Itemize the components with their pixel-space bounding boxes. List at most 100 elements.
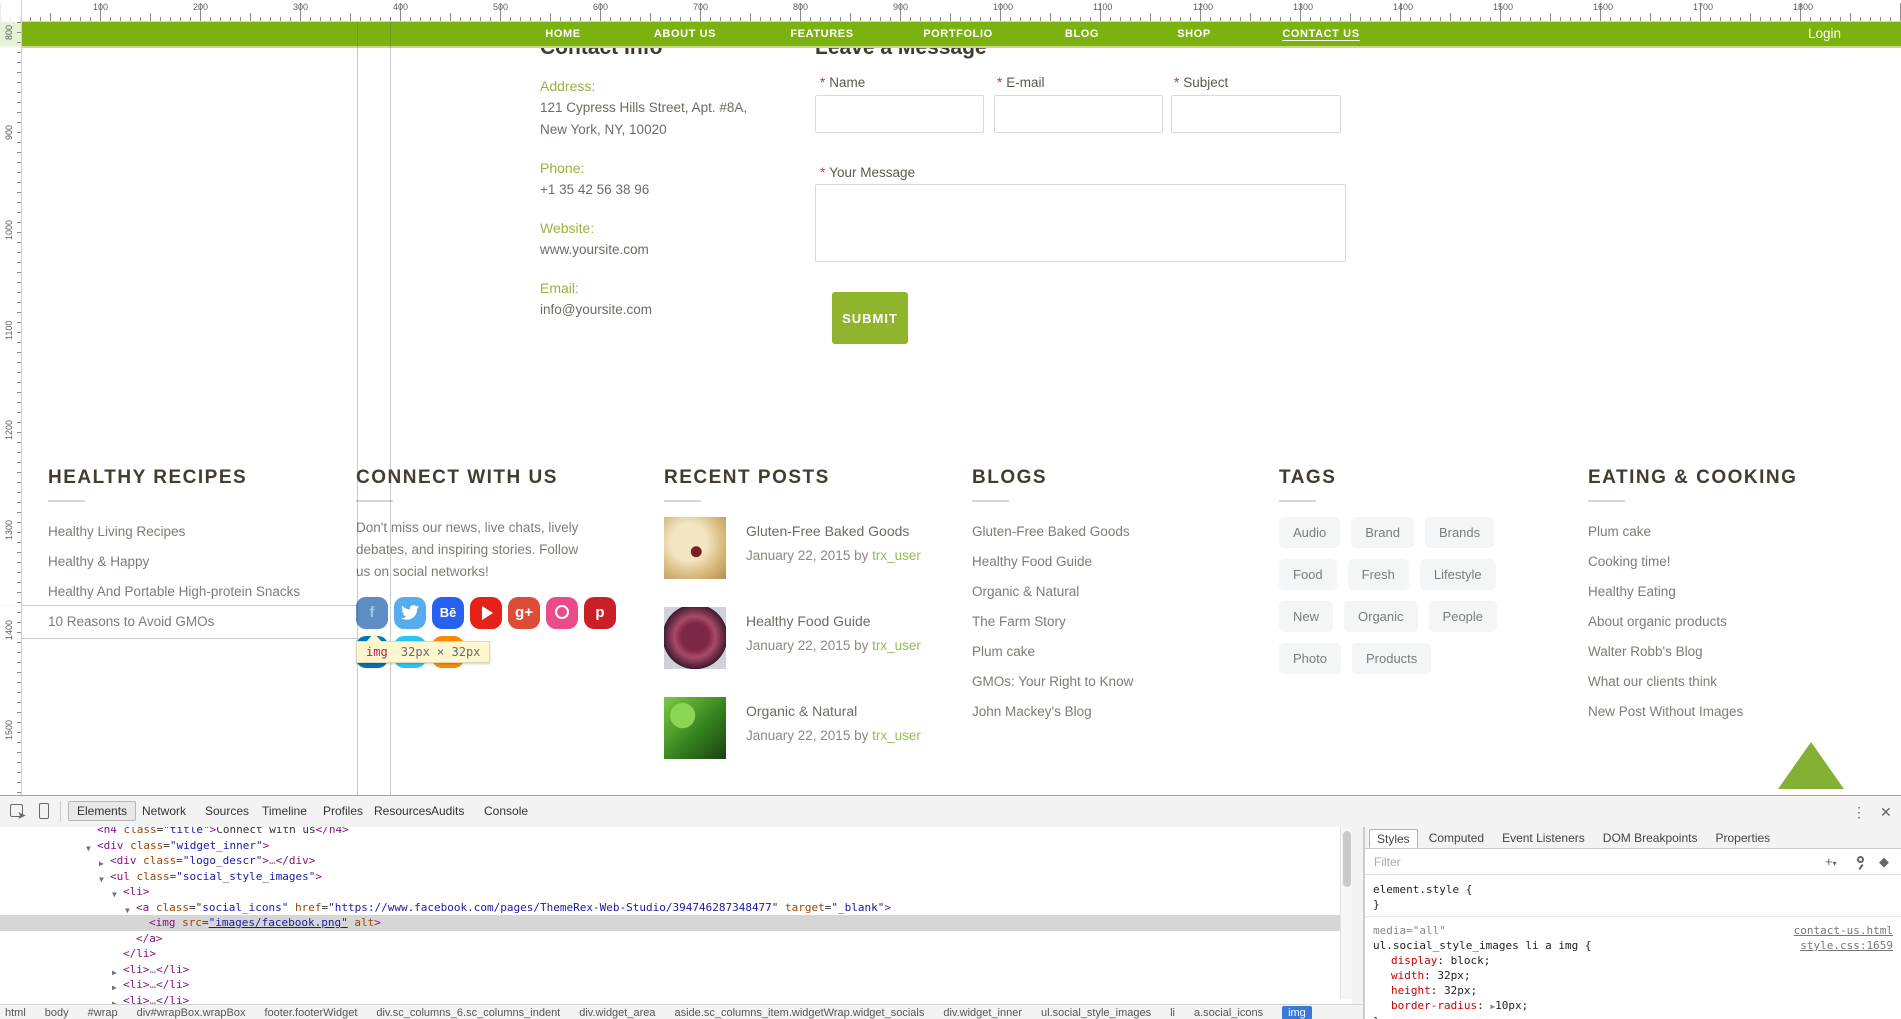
new-style-rule-icon[interactable]: +▾ [1825,854,1837,869]
message-textarea[interactable] [815,184,1346,262]
dom-tree-node[interactable]: ▼<a class="social_icons" href="https://w… [0,900,1352,916]
dom-tree-node[interactable]: ▼<ul class="social_style_images"> [0,869,1352,885]
breadcrumb-item-ul-social-style-images[interactable]: ul.social_style_images [1041,1007,1151,1019]
footer-link[interactable]: Organic & Natural [972,577,1252,607]
post-thumbnail[interactable] [664,517,726,579]
devtools-close-icon[interactable]: ✕ [1880,804,1892,821]
footer-link[interactable]: Cooking time! [1588,547,1888,577]
footer-link[interactable]: GMOs: Your Right to Know [972,667,1252,697]
footer-link[interactable]: What our clients think [1588,667,1888,697]
behance-icon[interactable]: Bē [432,597,464,629]
dribbble-icon[interactable] [546,597,578,629]
footer-link[interactable]: Healthy Food Guide [972,547,1252,577]
post-thumbnail[interactable] [664,607,726,669]
tag-new[interactable]: New [1279,601,1333,632]
elements-scrollbar[interactable] [1340,827,1352,999]
nav-item-features[interactable]: FEATURES [790,22,853,46]
breadcrumb-item-div-widget-inner[interactable]: div.widget_inner [943,1007,1022,1019]
tag-products[interactable]: Products [1352,643,1431,674]
post-author-link[interactable]: trx_user [872,728,921,743]
footer-link[interactable]: Gluten-Free Baked Goods [972,517,1252,547]
css-property[interactable]: width: 32px; [1373,968,1893,983]
youtube-icon[interactable] [470,597,502,629]
nav-item-shop[interactable]: SHOP [1177,22,1211,46]
dom-tree-node[interactable]: <h4 class="title">Connect with us</h4> [0,827,1352,838]
dom-tree-node[interactable]: <img src="images/facebook.png" alt> [0,915,1352,931]
breadcrumb-item-div-wrapBox-wrapBox[interactable]: div#wrapBox.wrapBox [137,1007,246,1019]
subject-input[interactable] [1171,95,1341,133]
expand-arrow-icon[interactable]: ▶ [112,996,117,1005]
breadcrumb-item-div-widget-area[interactable]: div.widget_area [579,1007,655,1019]
breadcrumb-item-aside-sc-columns-item-widgetWrap-widget-socials[interactable]: aside.sc_columns_item.widgetWrap.widget_… [674,1007,924,1019]
devtools-tab-audits[interactable]: Audits [423,801,472,821]
tag-fresh[interactable]: Fresh [1348,559,1409,590]
post-title[interactable]: Gluten-Free Baked Goods [746,523,921,539]
facebook-icon[interactable]: f [356,597,388,629]
sidebar-tab-computed[interactable]: Computed [1422,829,1491,848]
breadcrumb-item-img[interactable]: img [1282,1006,1312,1019]
breadcrumb-item-html[interactable]: html [5,1007,26,1019]
tag-people[interactable]: People [1429,601,1497,632]
post-author-link[interactable]: trx_user [872,548,921,563]
twitter-icon[interactable] [394,597,426,629]
filter-input[interactable]: Filter [1374,855,1401,869]
nav-item-contact-us[interactable]: CONTACT US [1282,22,1359,46]
footer-link[interactable]: Plum cake [1588,517,1888,547]
dom-tree-node[interactable]: ▶<li>…</li> [0,977,1352,993]
footer-link[interactable]: Healthy Eating [1588,577,1888,607]
footer-link[interactable]: Healthy & Happy [48,547,328,577]
devtools-tab-sources[interactable]: Sources [197,801,257,821]
post-thumbnail[interactable] [664,697,726,759]
inspect-element-icon[interactable]: ➤ [10,803,28,819]
footer-link[interactable]: Walter Robb's Blog [1588,637,1888,667]
email-input[interactable] [994,95,1163,133]
dom-tree-node[interactable]: ▶<li>…</li> [0,993,1352,1005]
breadcrumb-item-div-sc-columns-6-sc-columns-indent[interactable]: div.sc_columns_6.sc_columns_indent [376,1007,560,1019]
submit-button[interactable]: SUBMIT [832,292,908,344]
device-mode-icon[interactable] [36,803,54,819]
post-title[interactable]: Organic & Natural [746,703,921,719]
css-property[interactable]: height: 32px; [1373,983,1893,998]
pinterest-icon[interactable]: p [584,597,616,629]
expand-arrow-icon[interactable]: ▶ [1490,1002,1495,1011]
dom-tree-node[interactable]: </li> [0,946,1352,962]
devtools-tab-console[interactable]: Console [476,801,536,821]
css-property[interactable]: border-radius: ▶10px; [1373,998,1893,1014]
googleplus-icon[interactable]: g+ [508,597,540,629]
toggle-element-state-icon[interactable] [1857,856,1864,863]
dom-tree-node[interactable]: ▶<div class="logo_descr">…</div> [0,853,1352,869]
css-source-link[interactable]: style.css:1659 [1800,938,1893,953]
footer-link[interactable]: John Mackey's Blog [972,697,1252,727]
dom-tree-node[interactable]: ▼<div class="widget_inner"> [0,838,1352,854]
tag-lifestyle[interactable]: Lifestyle [1420,559,1496,590]
sidebar-tab-event-listeners[interactable]: Event Listeners [1495,829,1592,848]
devtools-menu-icon[interactable]: ⋮ [1852,804,1866,821]
footer-link[interactable]: 10 Reasons to Avoid GMOs [48,607,328,637]
footer-link[interactable]: Plum cake [972,637,1252,667]
tag-brand[interactable]: Brand [1351,517,1414,548]
element-state-icon[interactable]: ◆ [1879,854,1889,870]
nav-item-portfolio[interactable]: PORTFOLIO [923,22,993,46]
dom-tree-node[interactable]: ▼<li> [0,884,1352,900]
name-input[interactable] [815,95,984,133]
footer-link[interactable]: New Post Without Images [1588,697,1888,727]
devtools-tab-network[interactable]: Network [134,801,194,821]
sidebar-tab-styles[interactable]: Styles [1369,829,1418,848]
tag-organic[interactable]: Organic [1344,601,1418,632]
breadcrumb-item--wrap[interactable]: #wrap [88,1007,118,1019]
post-title[interactable]: Healthy Food Guide [746,613,921,629]
tag-photo[interactable]: Photo [1279,643,1341,674]
nav-item-about-us[interactable]: ABOUT US [654,22,716,46]
dom-tree-node[interactable]: ▶<li>…</li> [0,962,1352,978]
scroll-to-top-button[interactable] [1778,742,1844,789]
sidebar-tab-dom-breakpoints[interactable]: DOM Breakpoints [1596,829,1705,848]
tag-audio[interactable]: Audio [1279,517,1340,548]
login-link[interactable]: Login [1808,22,1841,46]
tag-food[interactable]: Food [1279,559,1337,590]
breadcrumb-item-body[interactable]: body [45,1007,69,1019]
nav-item-blog[interactable]: BLOG [1065,22,1099,46]
breadcrumb-item-li[interactable]: li [1170,1007,1175,1019]
dom-tree-node[interactable]: </a> [0,931,1352,947]
tag-brands[interactable]: Brands [1425,517,1494,548]
sidebar-tab-properties[interactable]: Properties [1708,829,1777,848]
